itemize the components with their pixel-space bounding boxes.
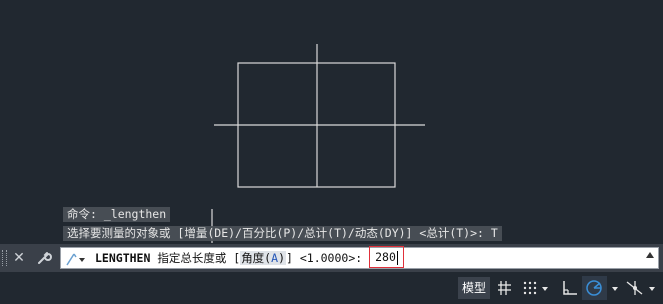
command-prompt: LENGTHEN 指定总长度或 [角度(A)] <1.0000>: 280: [95, 246, 404, 268]
entered-value-text: 280: [375, 250, 396, 264]
command-history-line: 命令: _lengthen: [63, 207, 171, 222]
command-line-bar: ✕ LENGTHEN 指定总长度或 [角度(A)] <1.0000>: 280: [0, 244, 663, 272]
command-keyword: LENGTHEN: [95, 251, 151, 265]
wrench-icon[interactable]: [35, 248, 53, 268]
model-tab-button[interactable]: 模型: [458, 277, 491, 299]
default-value: <1.0000>:: [292, 251, 370, 265]
command-input[interactable]: LENGTHEN 指定总长度或 [角度(A)] <1.0000>: 280: [60, 246, 659, 269]
text-caret: [396, 250, 398, 265]
polar-tracking-icon: [586, 280, 602, 296]
grid-icon[interactable]: [496, 279, 514, 297]
option-paren: ): [278, 251, 285, 265]
command-history-line: 选择要测量的对象或 [增量(DE)/百分比(P)/总计(T)/动态(DY)] <…: [63, 226, 502, 241]
polar-tracking-toggle[interactable]: [582, 276, 607, 300]
chevron-down-icon[interactable]: [541, 279, 549, 297]
status-bar: 模型: [0, 272, 663, 304]
snap-icon[interactable]: [521, 279, 539, 297]
prompt-text: 指定总长度或: [150, 251, 234, 265]
option-bracket: ]: [286, 251, 293, 265]
entered-value[interactable]: 280: [369, 246, 404, 268]
option-label: 角度(: [241, 251, 272, 265]
chevron-down-icon[interactable]: [648, 279, 656, 297]
object-snap-icon[interactable]: [625, 279, 645, 297]
chevron-down-icon[interactable]: [611, 279, 619, 297]
history-scroll-up-icon[interactable]: [646, 252, 654, 258]
command-line-icon[interactable]: [65, 251, 87, 267]
close-icon[interactable]: ✕: [10, 248, 28, 268]
ortho-icon[interactable]: [561, 279, 579, 297]
option-angle[interactable]: 角度(A): [240, 251, 286, 265]
drag-grip-icon[interactable]: [2, 250, 7, 266]
